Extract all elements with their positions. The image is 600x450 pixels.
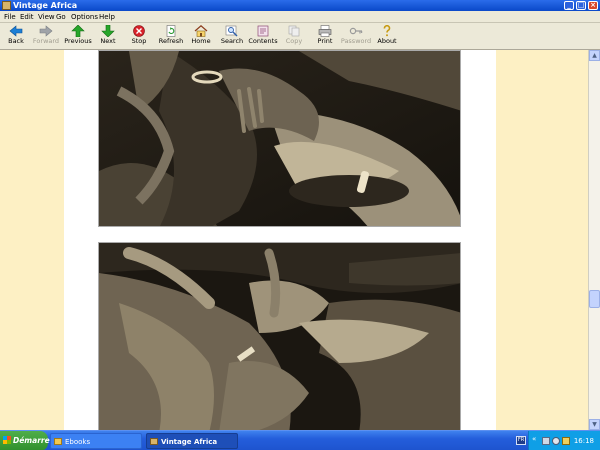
menu-options[interactable]: Options xyxy=(71,11,98,23)
contents-label: Contents xyxy=(248,37,278,45)
vertical-scrollbar[interactable]: ▲ ▼ xyxy=(588,50,600,430)
search-label: Search xyxy=(220,37,244,45)
copy-label: Copy xyxy=(285,37,303,45)
folder-icon xyxy=(54,438,62,445)
print-label: Print xyxy=(317,37,333,45)
volume-icon[interactable] xyxy=(552,437,560,445)
taskbar-item-label: Vintage Africa xyxy=(161,438,218,446)
key-icon xyxy=(349,27,363,35)
clock: 16:18 xyxy=(573,437,594,445)
refresh-icon xyxy=(166,25,176,37)
previous-label: Previous xyxy=(64,37,92,45)
contents-button[interactable]: Contents xyxy=(247,24,279,49)
password-button[interactable]: Password xyxy=(340,24,372,49)
home-label: Home xyxy=(191,37,211,45)
network-icon[interactable] xyxy=(542,437,550,445)
close-button[interactable]: × xyxy=(588,1,598,10)
scroll-down-arrow-icon[interactable]: ▼ xyxy=(589,419,600,430)
print-button[interactable]: Print xyxy=(309,24,341,49)
password-label: Password xyxy=(340,37,372,45)
search-icon xyxy=(225,25,238,37)
title-bar: Vintage Africa _ □ × xyxy=(0,0,600,11)
scroll-thumb[interactable] xyxy=(589,290,600,308)
maximize-button[interactable]: □ xyxy=(576,1,586,10)
tray-app-icon[interactable] xyxy=(562,437,570,445)
contents-icon xyxy=(257,25,269,37)
taskbar-item-ebooks[interactable]: Ebooks xyxy=(50,433,142,449)
menu-go[interactable]: Go xyxy=(56,11,66,23)
refresh-label: Refresh xyxy=(158,37,184,45)
home-icon xyxy=(194,25,208,37)
down-arrow-icon xyxy=(101,25,115,37)
window-controls: _ □ × xyxy=(564,1,598,10)
start-button[interactable]: Démarrer xyxy=(0,431,53,450)
search-button[interactable]: Search xyxy=(216,24,248,49)
about-label: About xyxy=(377,37,397,45)
about-button[interactable]: About xyxy=(371,24,403,49)
up-arrow-icon xyxy=(71,25,85,37)
ebook-page xyxy=(64,50,496,430)
system-tray: FR « 16:18 xyxy=(516,431,600,450)
about-icon xyxy=(383,25,391,37)
refresh-button[interactable]: Refresh xyxy=(155,24,187,49)
menu-edit[interactable]: Edit xyxy=(20,11,34,23)
menu-help[interactable]: Help xyxy=(99,11,115,23)
start-label: Démarrer xyxy=(13,436,54,445)
forward-label: Forward xyxy=(32,37,60,45)
taskbar-item-label: Ebooks xyxy=(65,438,91,446)
back-arrow-icon xyxy=(9,25,23,37)
forward-button[interactable]: Forward xyxy=(30,24,62,49)
copy-icon xyxy=(288,25,300,37)
photo-2-image xyxy=(99,243,460,430)
photo-1 xyxy=(98,50,461,227)
taskbar: Démarrer Ebooks Vintage Africa FR « 16:1… xyxy=(0,430,600,450)
windows-flag-icon xyxy=(3,436,11,444)
copy-button[interactable]: Copy xyxy=(278,24,310,49)
photo-1-image xyxy=(99,51,460,226)
tray-expand-icon[interactable]: « xyxy=(532,435,536,443)
menu-view[interactable]: View xyxy=(38,11,55,23)
print-icon xyxy=(318,25,332,37)
stop-button[interactable]: Stop xyxy=(123,24,155,49)
back-label: Back xyxy=(8,37,24,45)
back-button[interactable]: Back xyxy=(0,24,32,49)
stop-label: Stop xyxy=(131,37,147,45)
next-label: Next xyxy=(100,37,116,45)
toolbar: Back Forward Previous Next Stop Refresh … xyxy=(0,23,600,50)
menu-bar: File Edit View Go Options Help xyxy=(0,11,600,23)
app-book-icon xyxy=(2,1,11,10)
scroll-up-arrow-icon[interactable]: ▲ xyxy=(589,50,600,61)
previous-button[interactable]: Previous xyxy=(62,24,94,49)
minimize-button[interactable]: _ xyxy=(564,1,574,10)
content-area xyxy=(0,50,588,430)
language-indicator[interactable]: FR xyxy=(516,436,526,445)
forward-arrow-icon xyxy=(39,25,53,37)
menu-file[interactable]: File xyxy=(4,11,16,23)
window-title: Vintage Africa xyxy=(13,1,78,10)
home-button[interactable]: Home xyxy=(185,24,217,49)
next-button[interactable]: Next xyxy=(92,24,124,49)
app-book-icon xyxy=(150,438,158,445)
photo-2 xyxy=(98,242,461,430)
taskbar-item-vintage-africa[interactable]: Vintage Africa xyxy=(146,433,238,449)
stop-icon xyxy=(133,25,145,37)
